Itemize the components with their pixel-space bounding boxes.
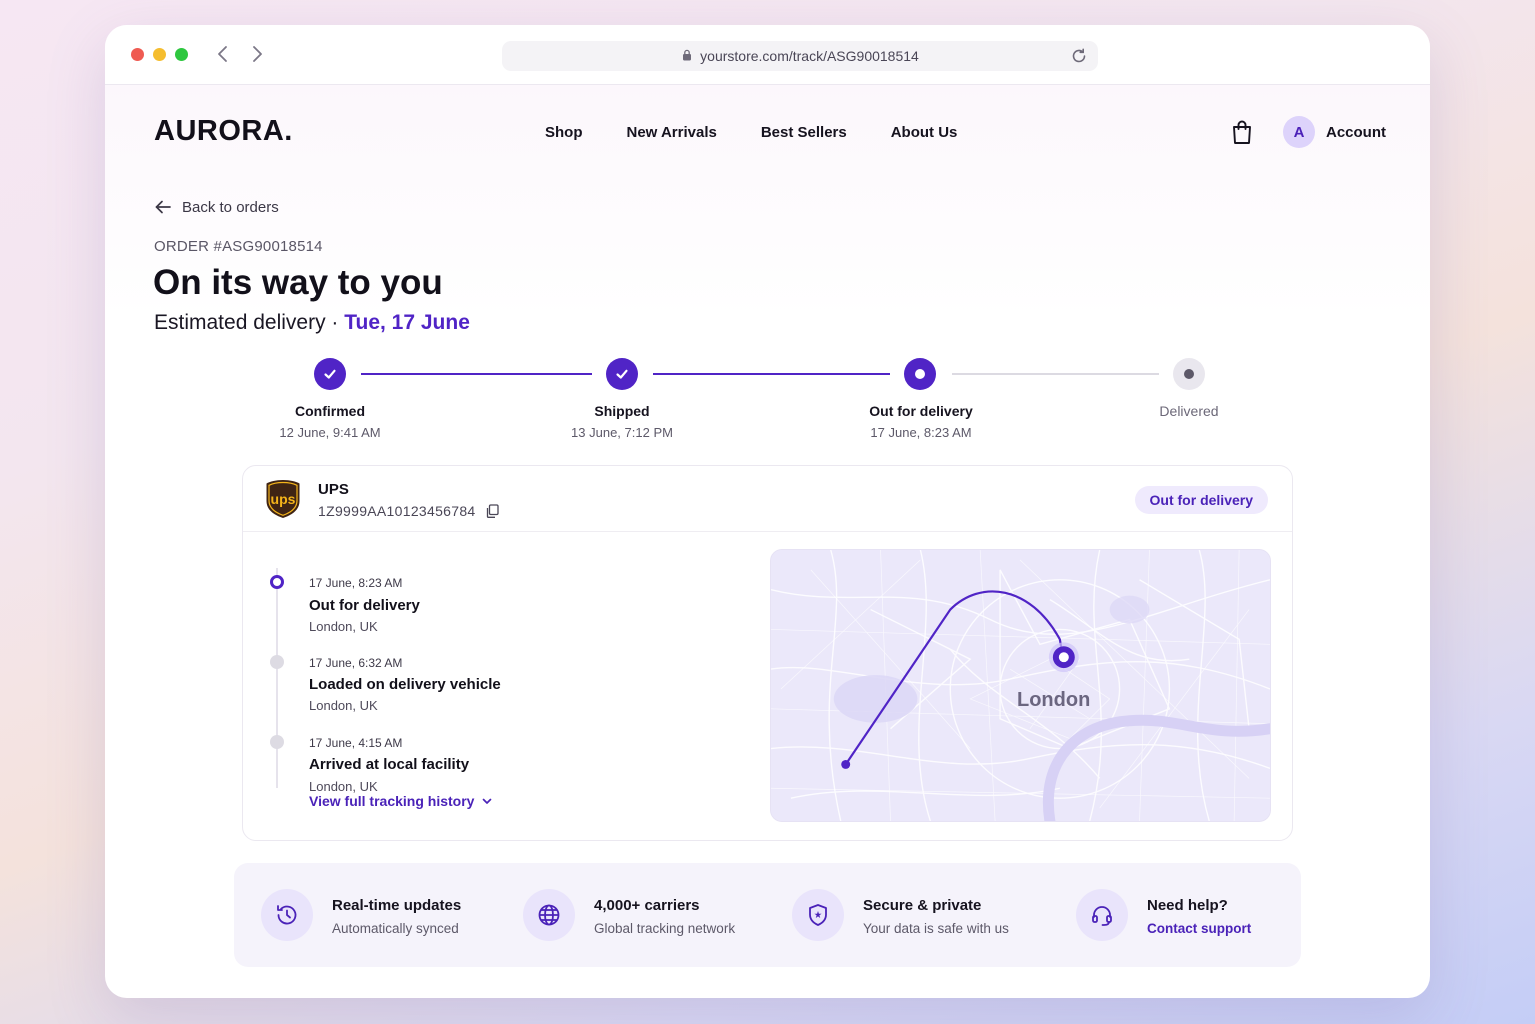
- step-date: 12 June, 9:41 AM: [279, 425, 381, 440]
- shipment-card: ups UPS 1Z9999AA10123456784 Out for deli…: [242, 465, 1293, 841]
- feature-title: 4,000+ carriers: [594, 897, 700, 914]
- event-time: 17 June, 6:32 AM: [309, 656, 403, 670]
- eta-prefix: Estimated delivery ·: [154, 311, 345, 334]
- step-date: 13 June, 7:12 PM: [571, 425, 673, 440]
- delivery-map[interactable]: London: [770, 549, 1271, 822]
- step-shipped-check: [606, 358, 638, 390]
- map-city-label: London: [1017, 689, 1091, 711]
- eta-date: Tue, 17 June: [344, 311, 470, 334]
- arrow-left-icon: [155, 200, 171, 214]
- minimize-window-button[interactable]: [153, 48, 166, 61]
- check-icon: [324, 369, 336, 379]
- feature-title: Secure & private: [863, 897, 982, 914]
- account-link[interactable]: Account: [1326, 124, 1386, 141]
- shield-icon: [792, 889, 844, 941]
- check-icon: [616, 369, 628, 379]
- back-to-orders-link[interactable]: Back to orders: [154, 198, 279, 216]
- address-bar[interactable]: yourstore.com/track/ASG90018514: [502, 41, 1098, 71]
- feature-subtitle: Automatically synced: [332, 921, 459, 936]
- chevron-left-icon[interactable]: [213, 43, 233, 65]
- headset-icon: [1076, 889, 1128, 941]
- estimated-delivery: Estimated delivery · Tue, 17 June: [154, 311, 470, 335]
- shipment-card-header: ups UPS 1Z9999AA10123456784 Out for deli…: [243, 466, 1292, 532]
- browser-window: yourstore.com/track/ASG90018514 AURORA. …: [105, 25, 1430, 998]
- browser-toolbar: yourstore.com/track/ASG90018514: [105, 25, 1430, 85]
- clock-refresh-icon: [261, 889, 313, 941]
- url-text: yourstore.com/track/ASG90018514: [700, 48, 919, 64]
- nav-shop[interactable]: Shop: [545, 124, 583, 141]
- status-badge: Out for delivery: [1134, 486, 1268, 514]
- feature-title: Real-time updates: [332, 897, 462, 914]
- progress-connector: [952, 373, 1159, 375]
- step-out-for-delivery-marker: [904, 358, 936, 390]
- delivery-progress: Confirmed 12 June, 9:41 AM Shipped 13 Ju…: [105, 355, 1430, 455]
- step-date: 17 June, 8:23 AM: [870, 425, 972, 440]
- event-location: London, UK: [309, 779, 378, 794]
- page-title: On its way to you: [153, 263, 443, 302]
- maximize-window-button[interactable]: [175, 48, 188, 61]
- timeline-dot-active: [270, 575, 284, 589]
- timeline-dot: [270, 735, 284, 749]
- tracking-number-row: 1Z9999AA10123456784: [318, 503, 499, 519]
- chevron-right-icon[interactable]: [247, 43, 267, 65]
- nav-about-us[interactable]: About Us: [891, 124, 958, 141]
- event-time: 17 June, 8:23 AM: [309, 576, 403, 590]
- feature-secure: Secure & private Your data is safe with …: [792, 887, 1042, 943]
- step-label: Confirmed: [295, 403, 365, 419]
- event-location: London, UK: [309, 619, 378, 634]
- main-nav: Shop New Arrivals Best Sellers About Us: [545, 124, 957, 141]
- step-label: Shipped: [594, 403, 650, 419]
- contact-support-link[interactable]: Contact support: [1147, 921, 1251, 936]
- timeline-dot: [270, 655, 284, 669]
- ups-logo-text: ups: [271, 491, 296, 507]
- feature-help: Need help? Contact support: [1076, 887, 1286, 943]
- feature-subtitle: Global tracking network: [594, 921, 736, 936]
- tracking-number: 1Z9999AA10123456784: [318, 503, 476, 519]
- copy-icon[interactable]: [485, 504, 499, 518]
- progress-connector: [653, 373, 890, 375]
- feature-realtime: Real-time updates Automatically synced: [261, 887, 491, 943]
- map-canvas: [771, 550, 1270, 821]
- shopping-bag-icon[interactable]: [1230, 119, 1254, 145]
- nav-best-sellers[interactable]: Best Sellers: [761, 124, 847, 141]
- nav-new-arrivals[interactable]: New Arrivals: [627, 124, 717, 141]
- feature-carriers: 4,000+ carriers Global tracking network: [523, 887, 763, 943]
- reload-icon[interactable]: [1070, 47, 1088, 65]
- view-full-history-link[interactable]: View full tracking history: [309, 793, 493, 809]
- close-window-button[interactable]: [131, 48, 144, 61]
- event-title: Arrived at local facility: [309, 756, 470, 773]
- event-title: Loaded on delivery vehicle: [309, 676, 501, 693]
- progress-connector: [361, 373, 592, 375]
- globe-icon: [523, 889, 575, 941]
- timeline-line: [276, 568, 278, 788]
- feature-title: Need help?: [1147, 897, 1228, 914]
- step-confirmed-check: [314, 358, 346, 390]
- event-time: 17 June, 4:15 AM: [309, 736, 403, 750]
- step-label: Delivered: [1159, 403, 1219, 419]
- back-to-orders-label: Back to orders: [182, 198, 279, 216]
- event-title: Out for delivery: [309, 597, 420, 614]
- feature-subtitle: Your data is safe with us: [863, 921, 1009, 936]
- features-bar: Real-time updates Automatically synced 4…: [234, 863, 1301, 967]
- lock-icon: [683, 49, 692, 61]
- step-delivered-marker: [1173, 358, 1205, 390]
- order-number: ORDER #ASG90018514: [154, 238, 323, 255]
- ups-logo-icon: ups: [266, 480, 300, 518]
- chevron-down-icon: [483, 798, 492, 804]
- view-full-history-label: View full tracking history: [309, 793, 475, 809]
- avatar[interactable]: A: [1283, 116, 1315, 148]
- store-logo[interactable]: AURORA.: [154, 115, 293, 148]
- carrier-name: UPS: [318, 481, 349, 498]
- step-label: Out for delivery: [869, 403, 973, 419]
- event-location: London, UK: [309, 698, 378, 713]
